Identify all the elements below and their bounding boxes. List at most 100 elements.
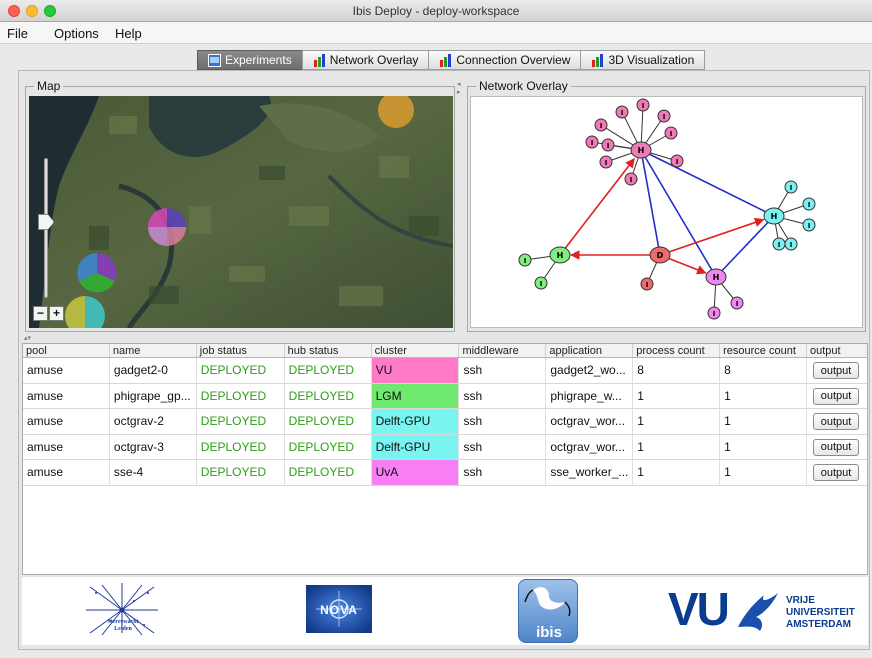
output-button[interactable]: output xyxy=(813,413,860,430)
cell-process-count: 1 xyxy=(633,409,721,434)
table-row[interactable]: amuse octgrav-2 DEPLOYED DEPLOYED Delft-… xyxy=(23,409,867,435)
cell-application: octgrav_wor... xyxy=(546,434,634,459)
map-marker-delft[interactable] xyxy=(77,253,117,293)
table-row[interactable]: amuse gadget2-0 DEPLOYED DEPLOYED VU ssh… xyxy=(23,358,867,384)
cell-name: gadget2-0 xyxy=(110,358,197,383)
cell-hub-status: DEPLOYED xyxy=(285,383,372,408)
split-arrows-icon[interactable]: ▴▾ xyxy=(24,334,31,342)
table-body: amuse gadget2-0 DEPLOYED DEPLOYED VU ssh… xyxy=(23,358,867,486)
hub-node-label[interactable]: H xyxy=(771,212,778,221)
instance-node-label[interactable]: I xyxy=(808,201,811,209)
cell-name: octgrav-2 xyxy=(110,409,197,434)
output-button[interactable]: output xyxy=(813,464,860,481)
col-name[interactable]: name xyxy=(110,344,197,357)
map-imagery xyxy=(29,96,453,328)
cell-pool: amuse xyxy=(23,383,110,408)
map-marker-vu[interactable] xyxy=(148,208,186,246)
col-resource-count[interactable]: resource count xyxy=(720,344,808,357)
col-output[interactable]: output xyxy=(807,344,867,357)
tab-experiments[interactable]: Experiments xyxy=(197,50,303,70)
hub-node-label[interactable]: H xyxy=(557,251,564,260)
instance-node-label[interactable]: I xyxy=(676,158,679,166)
cell-middleware: ssh xyxy=(459,434,547,459)
instance-node-label[interactable]: I xyxy=(808,222,811,230)
satellite-map[interactable] xyxy=(29,96,453,328)
tab-connection-overview[interactable]: Connection Overview xyxy=(428,50,582,70)
cell-cluster: LGM xyxy=(371,383,460,408)
tab-connection-overview-label: Connection Overview xyxy=(456,53,571,67)
deploy-link[interactable] xyxy=(559,157,635,256)
cell-name: phigrape_gp... xyxy=(110,383,197,408)
col-middleware[interactable]: middleware xyxy=(459,344,547,357)
instance-node-label[interactable]: I xyxy=(646,281,649,289)
col-job-status[interactable]: job status xyxy=(197,344,285,357)
col-process-count[interactable]: process count xyxy=(633,344,721,357)
output-button[interactable]: output xyxy=(813,387,860,405)
cell-resource-count: 1 xyxy=(720,383,808,408)
hub-node-label[interactable]: H xyxy=(713,273,720,282)
instance-node-label[interactable]: I xyxy=(670,130,673,138)
cell-pool: amuse xyxy=(23,434,110,459)
bar-chart-icon xyxy=(592,53,604,67)
instance-node-label[interactable]: I xyxy=(600,122,603,130)
zoom-in-button[interactable]: + xyxy=(49,306,64,321)
cell-pool: amuse xyxy=(23,460,110,485)
menu-help[interactable]: Help xyxy=(115,26,142,41)
menu-options[interactable]: Options xyxy=(54,26,99,41)
col-hub-status[interactable]: hub status xyxy=(285,344,372,357)
cell-resource-count: 1 xyxy=(720,434,808,459)
vu-name-line2: UNIVERSITEIT xyxy=(786,607,855,618)
col-pool[interactable]: pool xyxy=(23,344,110,357)
deploy-link[interactable] xyxy=(659,217,765,256)
tab-network-overlay-label: Network Overlay xyxy=(329,53,419,67)
vertical-splitter[interactable]: ◂ ▸ xyxy=(457,80,465,330)
collapse-left-icon[interactable]: ◂ xyxy=(457,80,461,88)
menu-file[interactable]: File xyxy=(7,26,28,41)
cell-name: octgrav-3 xyxy=(110,434,197,459)
instance-node-label[interactable]: I xyxy=(540,280,543,288)
network-overlay-canvas[interactable]: I I I I I I I I I I I I I I I I I I I I H H H D H xyxy=(470,96,863,328)
table-row[interactable]: amuse sse-4 DEPLOYED DEPLOYED UvA ssh ss… xyxy=(23,460,867,486)
col-cluster[interactable]: cluster xyxy=(372,344,460,357)
ibis-bird-icon xyxy=(524,587,571,617)
instance-node-label[interactable]: I xyxy=(790,184,793,192)
table-row[interactable]: amuse octgrav-3 DEPLOYED DEPLOYED Delft-… xyxy=(23,434,867,460)
instance-node-label[interactable]: I xyxy=(524,257,527,265)
cell-middleware: ssh xyxy=(459,358,547,383)
instance-node-label[interactable]: I xyxy=(790,241,793,249)
hub-node-label[interactable]: H xyxy=(638,146,645,155)
sterrewacht-leiden-text: Sterrewacht Leiden xyxy=(107,619,139,632)
instance-node-label[interactable]: I xyxy=(607,142,610,150)
cell-cluster: Delft-GPU xyxy=(371,409,460,434)
zoom-out-button[interactable]: − xyxy=(33,306,48,321)
tab-3d-visualization[interactable]: 3D Visualization xyxy=(580,50,706,70)
instance-node-label[interactable]: I xyxy=(778,241,781,249)
collapse-right-icon[interactable]: ▸ xyxy=(457,88,461,96)
instance-node-label[interactable]: I xyxy=(663,113,666,121)
instance-node-label[interactable]: I xyxy=(713,310,716,318)
vu-logo-mark: VU xyxy=(668,583,730,635)
instance-node-label[interactable]: I xyxy=(605,159,608,167)
table-row[interactable]: amuse phigrape_gp... DEPLOYED DEPLOYED L… xyxy=(23,383,867,409)
cell-hub-status: DEPLOYED xyxy=(285,358,372,383)
horizontal-splitter[interactable] xyxy=(20,333,866,341)
cell-application: octgrav_wor... xyxy=(546,409,634,434)
instance-node-label[interactable]: I xyxy=(621,109,624,117)
col-application[interactable]: application xyxy=(546,344,634,357)
window-title: Ibis Deploy - deploy-workspace xyxy=(352,4,520,18)
cell-pool: amuse xyxy=(23,358,110,383)
cell-cluster: UvA xyxy=(371,460,460,485)
instance-node-label[interactable]: I xyxy=(642,102,645,110)
instance-node-label[interactable]: I xyxy=(630,176,633,184)
cell-process-count: 8 xyxy=(633,358,721,383)
deploy-node-label[interactable]: D xyxy=(657,251,664,260)
instance-node-label[interactable]: I xyxy=(591,139,594,147)
window-titlebar: Ibis Deploy - deploy-workspace xyxy=(0,0,872,22)
tab-network-overlay[interactable]: Network Overlay xyxy=(301,50,430,70)
cell-application: phigrape_w... xyxy=(546,383,634,408)
ibis-logo: ibis xyxy=(518,579,578,643)
cell-application: gadget2_wo... xyxy=(546,358,634,383)
output-button[interactable]: output xyxy=(813,362,860,379)
output-button[interactable]: output xyxy=(813,438,860,456)
instance-node-label[interactable]: I xyxy=(736,300,739,308)
